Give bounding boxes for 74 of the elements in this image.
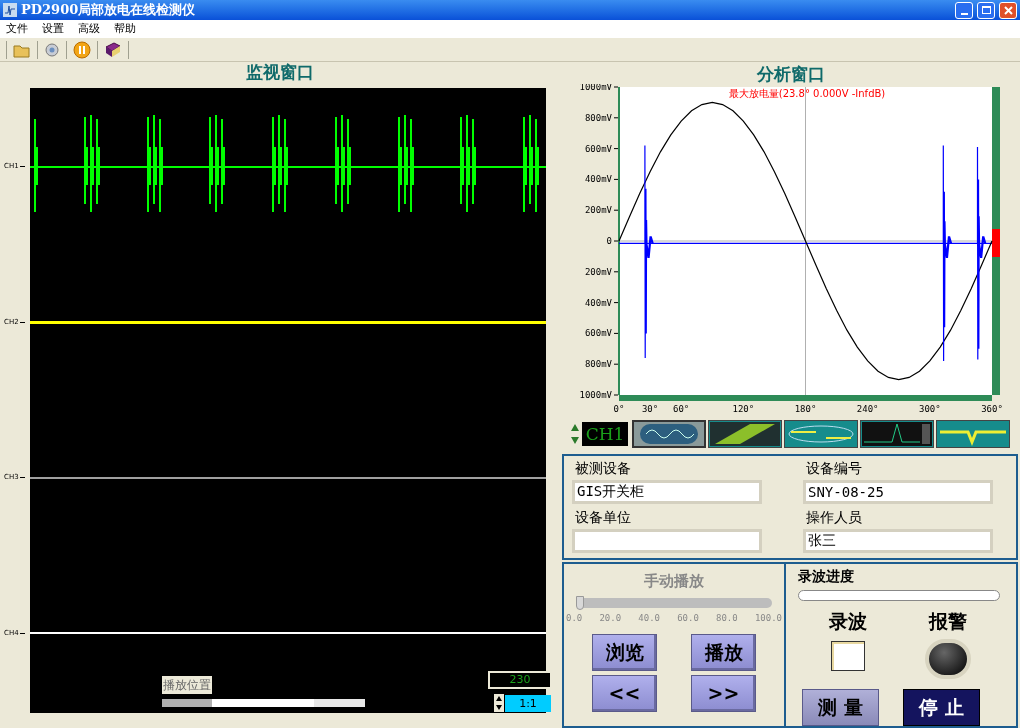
field-label: 被测设备 — [574, 458, 632, 478]
slider-tick-label: 20.0 — [599, 612, 622, 625]
panel-title: 监视窗口 — [246, 62, 314, 82]
y-tick-label: 800mV — [584, 112, 612, 123]
menu-item[interactable]: 帮助 — [114, 20, 136, 38]
text-field[interactable]: SNY-08-25 — [803, 479, 993, 504]
book-icon[interactable] — [104, 41, 122, 58]
counter-display: 230 — [488, 671, 552, 689]
x-tick-label: 120° — [732, 403, 755, 414]
window-title: PD2900局部放电在线检测仪 — [21, 1, 196, 20]
y-tick-label: 1000mV — [579, 83, 612, 92]
x-tick-label: 180° — [794, 403, 817, 414]
pause-icon[interactable] — [73, 40, 91, 59]
menu-item[interactable]: 高级 — [78, 20, 100, 38]
x-tick-label: 30° — [641, 403, 659, 414]
view-thumbnail[interactable] — [708, 420, 782, 449]
app-icon — [3, 3, 17, 17]
y-tick-label: 0 — [606, 235, 612, 246]
action-button[interactable]: 停 止 — [903, 689, 980, 726]
slider-tick-label: 100.0 — [754, 612, 782, 625]
bottom-scrollbar[interactable] — [619, 394, 992, 401]
level-marker[interactable] — [992, 228, 1000, 257]
menu-item[interactable]: 设置 — [42, 20, 64, 38]
section-title: 手动播放 — [644, 570, 704, 592]
slider-thumb[interactable] — [576, 596, 584, 610]
action-button[interactable]: 浏览 — [592, 633, 657, 671]
alarm-label: 报警 — [929, 608, 967, 634]
action-button[interactable]: >> — [691, 674, 756, 712]
action-button[interactable]: << — [592, 674, 657, 712]
record-checkbox[interactable] — [831, 641, 865, 671]
playback-slider[interactable] — [576, 598, 772, 608]
slider-tick-label: 80.0 — [716, 612, 738, 625]
maximize-button[interactable] — [977, 1, 995, 19]
y-tick-label: 200mV — [584, 266, 612, 277]
x-tick-label: 240° — [856, 403, 879, 414]
y-tick-label: 600mV — [584, 143, 612, 154]
text-field[interactable]: GIS开关柜 — [572, 479, 762, 504]
x-tick-label: 60° — [673, 403, 690, 414]
text-field[interactable]: 张三 — [803, 528, 993, 553]
y-tick-label: 400mV — [584, 173, 612, 184]
close-icon — [1003, 5, 1013, 15]
action-button[interactable]: 测 量 — [802, 689, 879, 726]
view-thumbnail[interactable] — [784, 420, 858, 449]
text-field[interactable] — [572, 528, 762, 553]
y-tick-label: 200mV — [584, 204, 612, 215]
side-scrollbar[interactable] — [992, 86, 1000, 395]
field-label: 设备单位 — [574, 507, 632, 527]
slider-tick-label: 40.0 — [638, 612, 660, 625]
playback-position-label: 播放位置 — [162, 676, 212, 694]
action-button[interactable]: 播放 — [691, 633, 756, 671]
y-tick-label: 400mV — [584, 297, 612, 308]
view-thumbnail[interactable] — [860, 420, 934, 449]
y-tick-label: 600mV — [584, 327, 612, 338]
x-tick-label: 0° — [613, 403, 625, 414]
x-tick-label: 360° — [981, 403, 1003, 414]
slider-tick-label: 0.0 — [566, 612, 583, 625]
panel-title: 分析窗口 — [757, 63, 825, 84]
y-tick-label: 1000mV — [579, 389, 612, 400]
record-label: 录波 — [829, 608, 867, 634]
field-label: 操作人员 — [805, 507, 863, 527]
view-thumbnail[interactable] — [632, 420, 706, 449]
chart-title: 最大放电量(23.8° 0.000V -InfdB) — [728, 87, 886, 99]
spinner-icon[interactable] — [494, 694, 504, 712]
x-tick-label: 300° — [919, 403, 941, 414]
section-title: 录波进度 — [798, 566, 855, 586]
menu-item[interactable]: 文件 — [6, 20, 28, 38]
close-button[interactable] — [999, 1, 1017, 19]
y-tick-label: 800mV — [584, 358, 612, 369]
slider-tick-label: 60.0 — [677, 612, 699, 625]
field-label: 设备编号 — [805, 458, 863, 478]
playback-scrollbar[interactable] — [162, 699, 365, 707]
view-thumbnail[interactable] — [936, 420, 1010, 449]
minimize-button[interactable] — [955, 1, 973, 19]
channel-display: CH1 — [582, 422, 628, 447]
